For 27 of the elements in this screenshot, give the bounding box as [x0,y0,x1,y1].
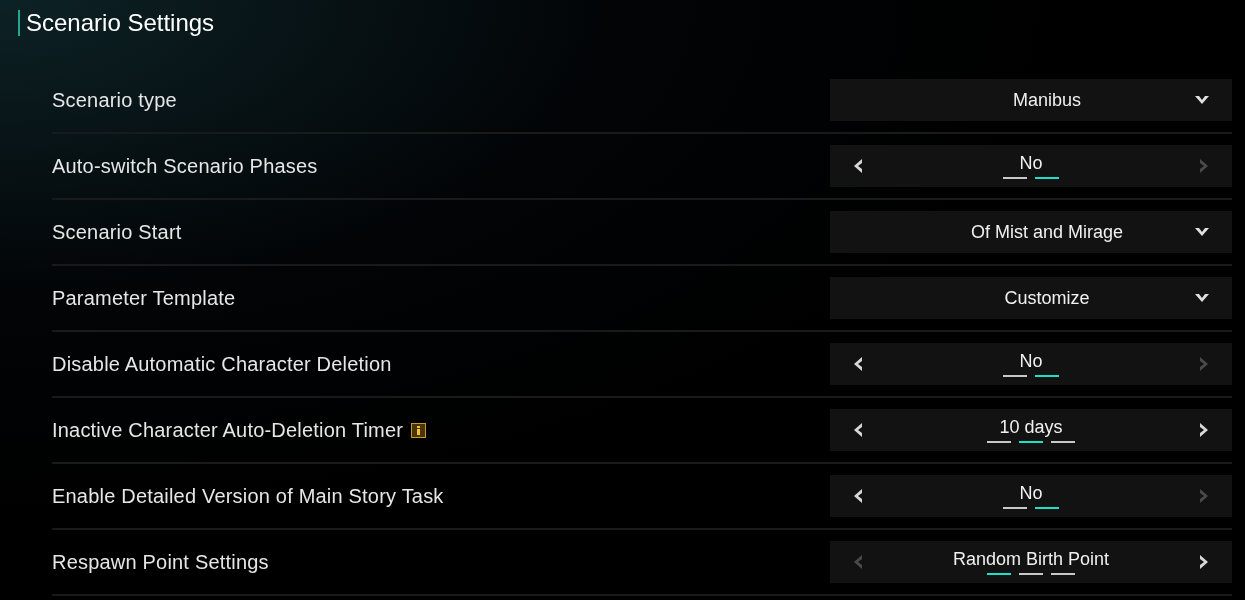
page-title: Scenario Settings [18,10,215,36]
option-value: No [1019,153,1043,174]
option-value: No [1019,351,1043,372]
dropdown[interactable]: Manibus [830,79,1232,121]
chevron-down-icon [1194,292,1210,304]
left-arrow-icon[interactable] [852,422,864,438]
setting-label: Enable Detailed Version of Main Story Task [52,484,444,508]
setting-label: Auto-switch Scenario Phases [52,154,318,178]
right-arrow-icon[interactable] [1198,422,1210,438]
dropdown[interactable]: Customize [830,277,1232,319]
setting-label: Scenario type [52,88,177,112]
chevron-down-icon [1194,226,1210,238]
setting-label: Disable Automatic Character Deletion [52,352,392,376]
setting-label: Scenario Start [52,220,182,244]
option-value: Random Birth Point [952,549,1110,570]
left-arrow-icon[interactable] [852,356,864,372]
info-icon[interactable] [411,422,427,438]
setting-label: Parameter Template [52,286,236,310]
chevron-down-icon [1194,94,1210,106]
left-arrow-icon[interactable] [852,158,864,174]
right-arrow-icon[interactable] [1198,554,1210,570]
setting-label: Inactive Character Auto-Deletion Timer [52,418,404,442]
option-value: No [1019,483,1043,504]
dropdown[interactable]: Of Mist and Mirage [830,211,1232,253]
option-value: 10 days [999,417,1063,438]
setting-label: Respawn Point Settings [52,550,269,574]
left-arrow-icon[interactable] [852,488,864,504]
